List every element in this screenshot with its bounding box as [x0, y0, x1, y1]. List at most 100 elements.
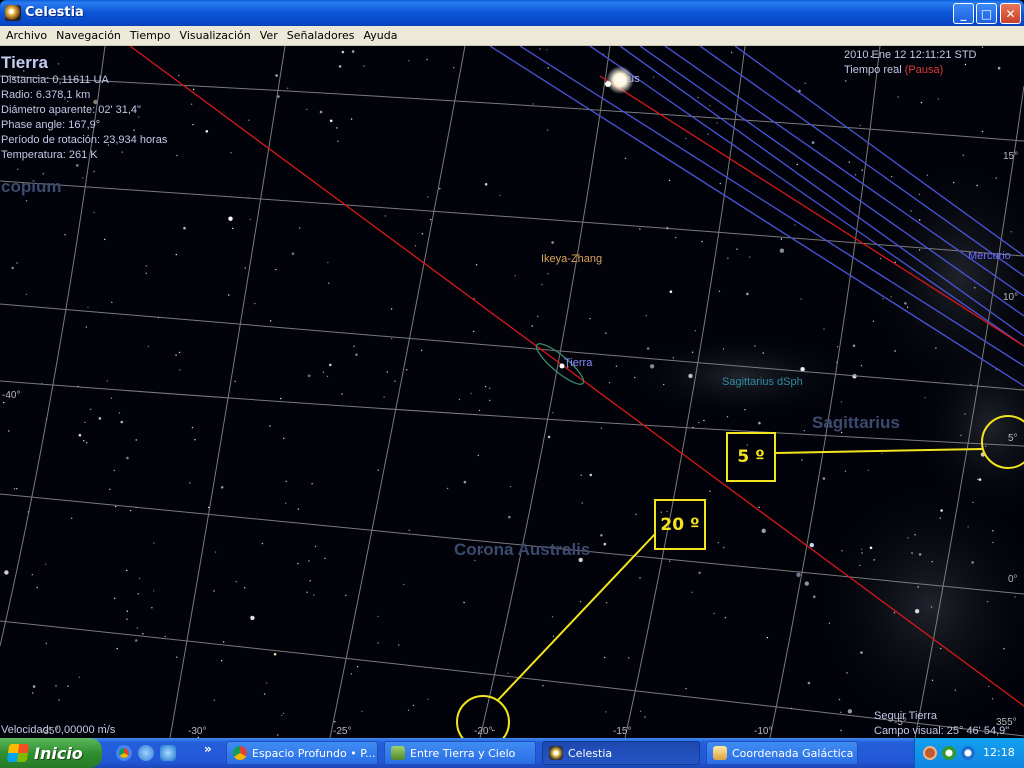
star — [421, 233, 424, 235]
close-button[interactable]: ✕ — [1000, 3, 1021, 24]
star — [32, 692, 34, 694]
star — [439, 187, 441, 190]
star — [897, 96, 899, 98]
menu-senaladores[interactable]: Señaladores — [283, 29, 359, 42]
tray-expand-icon[interactable] — [923, 746, 937, 760]
star — [8, 430, 10, 432]
star — [277, 734, 279, 736]
star — [580, 474, 582, 476]
menu-visualizacion[interactable]: Visualización — [176, 29, 255, 42]
star — [881, 452, 883, 454]
taskbar-item-coordenada-galactica[interactable]: Coordenada Galáctica ... — [706, 741, 858, 765]
sky-canvas[interactable] — [0, 46, 1024, 738]
star — [854, 174, 857, 176]
star — [190, 103, 193, 105]
star — [93, 211, 95, 214]
celestia-icon — [549, 746, 563, 760]
star — [727, 257, 729, 259]
globe-icon[interactable] — [138, 745, 154, 761]
star — [645, 314, 647, 317]
grid-label-ra: -10° — [754, 726, 773, 737]
network-icon[interactable] — [961, 746, 975, 760]
star — [313, 594, 315, 596]
celestia-app-icon[interactable] — [5, 5, 21, 21]
star — [78, 676, 81, 678]
star — [104, 238, 106, 241]
star — [800, 367, 805, 372]
star — [126, 456, 129, 460]
menu-ayuda[interactable]: Ayuda — [360, 29, 402, 42]
venus-marker[interactable] — [605, 81, 611, 87]
ra-line — [169, 46, 286, 738]
star — [981, 130, 984, 133]
star — [926, 174, 928, 176]
antivirus-icon[interactable] — [942, 746, 956, 760]
constellation-label[interactable]: Corona Australis — [454, 540, 590, 560]
object-label-ikeya-zhang[interactable]: Ikeya-Zhang — [541, 253, 602, 265]
object-label-venus[interactable]: us — [628, 73, 640, 85]
star — [861, 552, 863, 554]
star — [326, 375, 329, 378]
star — [220, 486, 224, 489]
star — [985, 445, 987, 447]
star — [98, 417, 102, 420]
star — [113, 469, 116, 472]
star — [353, 345, 355, 347]
object-label-sagittarius-dsph[interactable]: Sagittarius dSph — [722, 376, 803, 388]
star — [754, 345, 756, 347]
star — [872, 320, 875, 322]
maximize-button[interactable]: □ — [976, 3, 997, 24]
title-bar[interactable]: Celestia _ □ ✕ — [0, 0, 1024, 26]
clock[interactable]: 12:18 — [983, 746, 1015, 759]
object-label-tierra[interactable]: Tierra — [564, 357, 592, 369]
taskbar-item-label: Entre Tierra y Cielo — [410, 746, 516, 760]
star — [477, 454, 479, 457]
start-button[interactable]: Inicio — [0, 738, 102, 768]
star — [605, 711, 607, 713]
time-mode: Tiempo real (Pausa) — [844, 64, 943, 76]
star — [918, 193, 921, 195]
star — [336, 127, 338, 129]
star — [893, 612, 896, 614]
star — [634, 376, 636, 379]
ie-icon[interactable] — [160, 745, 176, 761]
star — [675, 236, 677, 239]
menu-archivo[interactable]: Archivo — [2, 29, 51, 42]
document-icon — [713, 746, 727, 760]
star — [589, 473, 593, 477]
star — [291, 252, 295, 255]
quick-launch-overflow[interactable]: » — [204, 742, 212, 756]
sky-viewport[interactable]: Tierra Distancia: 0,11611 UA Radio: 6.37… — [0, 46, 1024, 738]
taskbar-item-label: Coordenada Galáctica ... — [732, 746, 858, 760]
star — [547, 435, 551, 439]
menu-tiempo[interactable]: Tiempo — [126, 29, 175, 42]
minimize-button[interactable]: _ — [953, 3, 974, 24]
star — [93, 170, 95, 173]
star — [882, 298, 884, 300]
star — [138, 577, 141, 580]
star — [283, 437, 285, 439]
star — [749, 256, 751, 258]
star — [758, 421, 761, 425]
constellation-label[interactable]: Sagittarius — [812, 413, 900, 433]
star — [718, 290, 721, 292]
star — [136, 627, 138, 629]
taskbar-item-celestia[interactable]: Celestia — [542, 741, 700, 765]
object-label-mercurio[interactable]: Mercurio — [968, 250, 1011, 262]
chrome-icon[interactable] — [116, 745, 132, 761]
taskbar-item-entre-tierra-y-cielo[interactable]: Entre Tierra y Cielo — [384, 741, 536, 765]
star — [707, 133, 709, 135]
star — [911, 552, 913, 554]
star — [275, 268, 277, 271]
menu-navegacion[interactable]: Navegación — [52, 29, 125, 42]
constellation-label[interactable]: copium — [1, 177, 61, 197]
star — [746, 292, 749, 296]
star — [269, 425, 271, 427]
star — [111, 301, 113, 304]
star — [228, 216, 233, 221]
star — [329, 363, 332, 367]
star — [306, 591, 308, 593]
taskbar-item-espacio-profundo[interactable]: Espacio Profundo • P... — [226, 741, 378, 765]
star — [55, 685, 57, 687]
menu-ver[interactable]: Ver — [256, 29, 282, 42]
